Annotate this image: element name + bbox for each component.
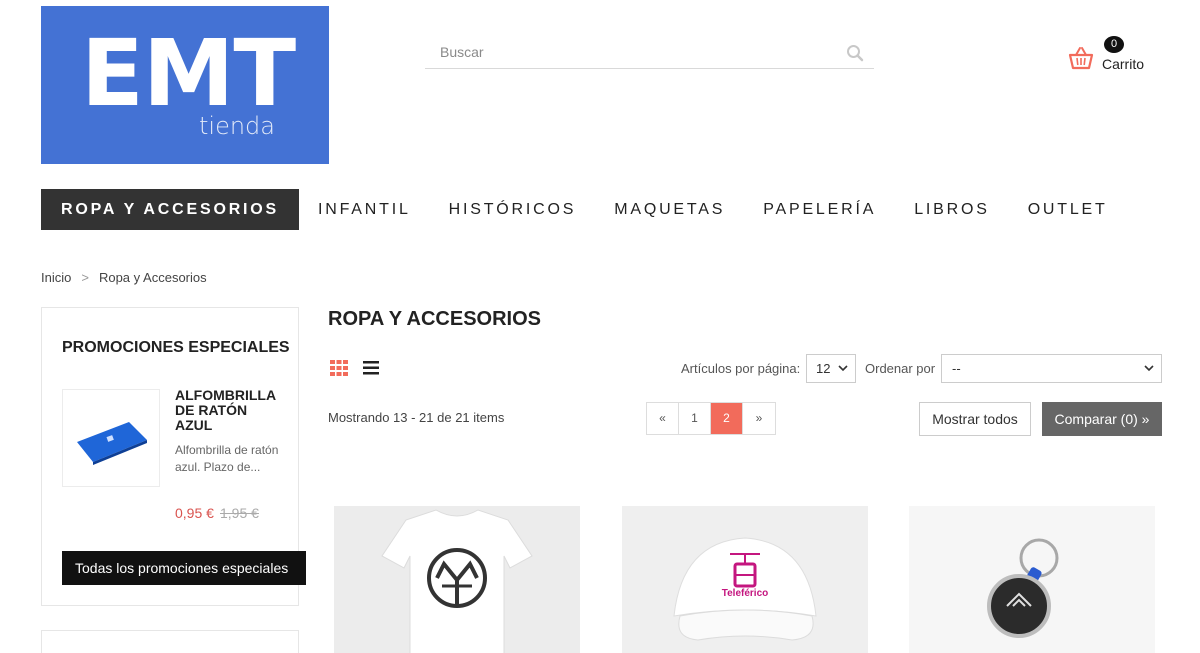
sidebar-block (41, 630, 299, 653)
product-card-keychain[interactable] (909, 506, 1155, 653)
search-icon[interactable] (846, 44, 864, 62)
promo-old-price: 1,95 € (220, 505, 259, 521)
per-page-label: Artículos por página: (681, 361, 801, 376)
cap-print-text: Teleférico (722, 588, 769, 599)
nav-item-ropa-y-accesorios[interactable]: ROPA Y ACCESORIOS (41, 189, 300, 230)
product-image-keychain (909, 506, 1155, 653)
logo-subtext: tienda (199, 112, 275, 140)
nav-item-historicos[interactable]: HISTÓRICOS (430, 189, 596, 230)
pagination-page-1[interactable]: 1 (679, 403, 711, 434)
nav-item-maquetas[interactable]: MAQUETAS (595, 189, 744, 230)
breadcrumb-home[interactable]: Inicio (41, 270, 71, 285)
product-image-tshirt (334, 506, 580, 653)
search-bar (425, 38, 874, 69)
page-title: ROPA Y ACCESORIOS (328, 308, 542, 330)
grid-view-icon[interactable] (330, 360, 348, 376)
items-count-text: Mostrando 13 - 21 de 21 items (328, 410, 505, 425)
breadcrumb-current[interactable]: Ropa y Accesorios (99, 270, 207, 285)
chevron-down-icon (1144, 365, 1154, 372)
product-card-cap[interactable]: Teleférico (622, 506, 868, 653)
promo-product-image[interactable] (62, 389, 160, 487)
main-nav: ROPA Y ACCESORIOS INFANTIL HISTÓRICOS MA… (41, 189, 1127, 230)
logo-text: EMT (81, 20, 296, 127)
nav-item-papeleria[interactable]: PAPELERÍA (744, 189, 895, 230)
cart-link[interactable]: 0 Carrito (1068, 36, 1168, 76)
promo-product-description: Alfombrilla de ratón azul. Plazo de... (175, 443, 279, 474)
cart-count-badge: 0 (1104, 36, 1124, 53)
product-image-cap: Teleférico (622, 506, 868, 653)
compare-button[interactable]: Comparar (0) » (1042, 402, 1162, 436)
nav-item-outlet[interactable]: OUTLET (1009, 189, 1127, 230)
pagination-page-2[interactable]: 2 (711, 403, 743, 434)
special-promotions-block: PROMOCIONES ESPECIALES ALFOMBRILLA DE RA… (41, 307, 306, 606)
all-promotions-button[interactable]: Todas los promociones especiales (62, 551, 306, 585)
list-view-icon[interactable] (363, 361, 379, 375)
show-all-button[interactable]: Mostrar todos (919, 402, 1031, 436)
basket-icon (1068, 47, 1094, 70)
order-by-select[interactable]: -- (941, 354, 1162, 383)
breadcrumb-separator: > (81, 270, 89, 285)
order-by-value: -- (952, 361, 961, 376)
order-by-label: Ordenar por (865, 361, 936, 376)
breadcrumb: Inicio > Ropa y Accesorios (41, 270, 207, 285)
cart-label: Carrito (1102, 56, 1145, 72)
per-page-select[interactable]: 12 (806, 354, 856, 383)
product-card-tshirt[interactable] (334, 506, 580, 653)
pagination-prev[interactable]: « (647, 403, 679, 434)
chevron-down-icon (838, 365, 848, 372)
promo-product-name[interactable]: ALFOMBRILLA DE RATÓN AZUL (175, 388, 285, 433)
pagination: « 1 2 » (646, 402, 776, 435)
promo-price: 0,95 € (175, 505, 214, 521)
nav-item-libros[interactable]: LIBROS (895, 189, 1009, 230)
nav-item-infantil[interactable]: INFANTIL (299, 189, 430, 230)
search-input[interactable] (425, 38, 825, 66)
promotions-title: PROMOCIONES ESPECIALES (62, 339, 290, 356)
store-logo[interactable]: EMT tienda (41, 6, 329, 164)
pagination-next[interactable]: » (743, 403, 775, 434)
per-page-value: 12 (816, 361, 831, 376)
